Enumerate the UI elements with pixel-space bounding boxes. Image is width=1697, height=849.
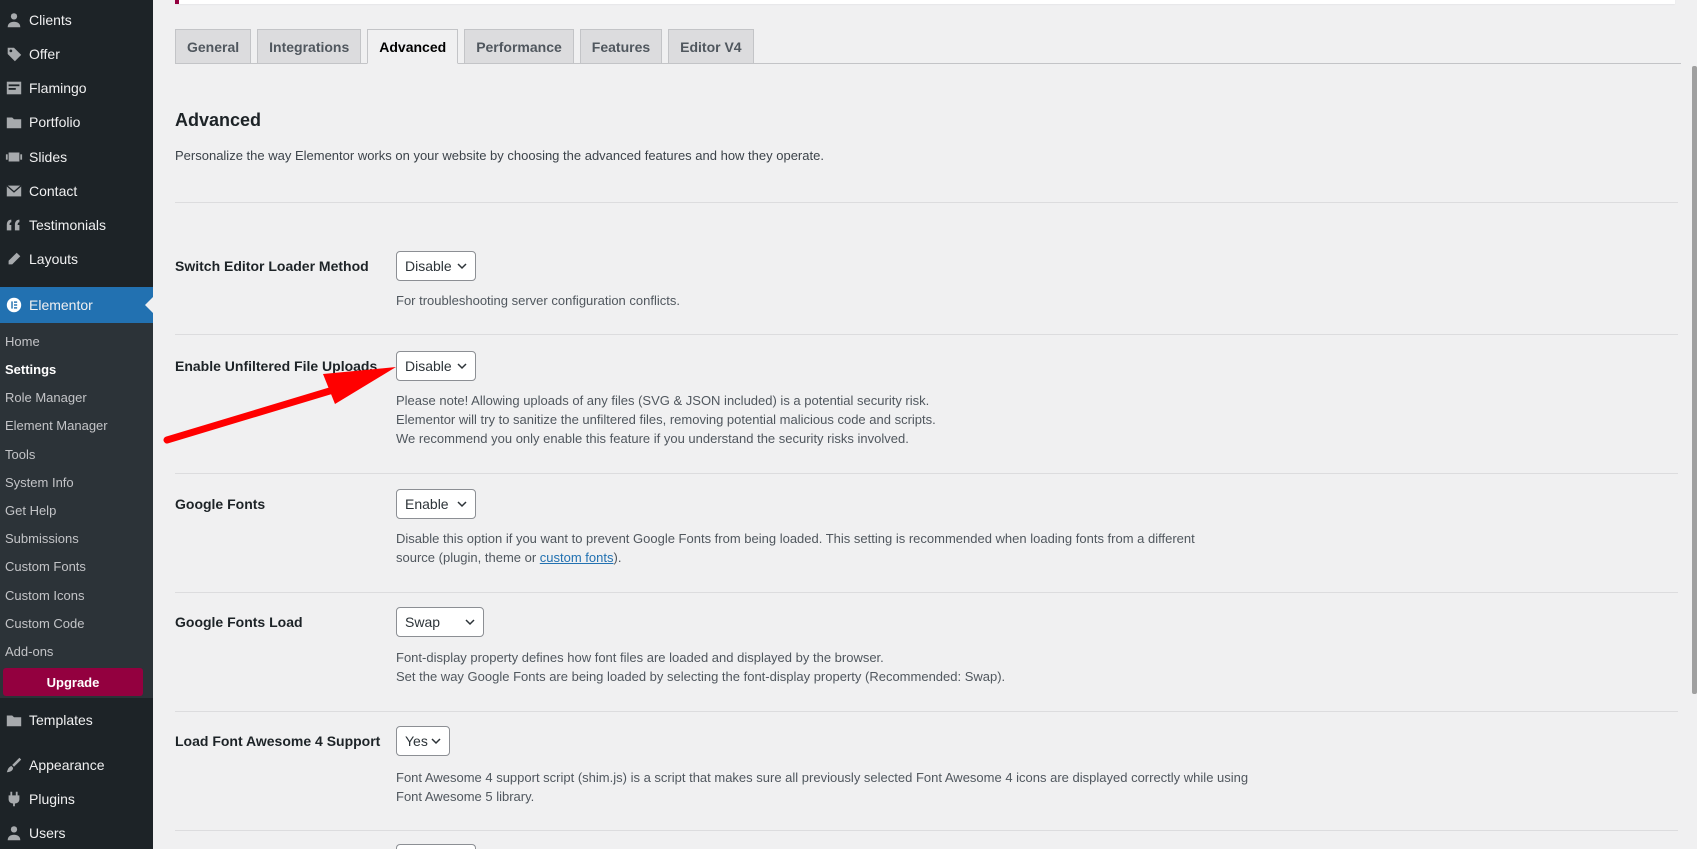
menu-layouts[interactable]: Layouts bbox=[0, 242, 153, 276]
tab-performance[interactable]: Performance bbox=[464, 29, 574, 64]
submenu-settings[interactable]: Settings bbox=[5, 360, 56, 380]
setting-desc-font-awesome: Font Awesome 4 support script (shim.js) … bbox=[396, 770, 1249, 804]
section-title: Advanced bbox=[175, 110, 262, 130]
divider bbox=[175, 334, 1678, 335]
elementor-icon bbox=[0, 296, 28, 314]
submenu-element-manager[interactable]: Element Manager bbox=[5, 416, 108, 436]
tab-editor-v4[interactable]: Editor V4 bbox=[668, 29, 754, 64]
menu-users[interactable]: Users bbox=[0, 816, 153, 849]
folder-icon bbox=[0, 711, 28, 729]
menu-clients[interactable]: Clients bbox=[0, 3, 153, 37]
divider bbox=[175, 711, 1678, 712]
submenu-role-manager[interactable]: Role Manager bbox=[5, 388, 87, 408]
feedback-icon bbox=[0, 79, 28, 97]
editor-loader-select[interactable]: Disable bbox=[396, 251, 476, 281]
font-awesome-select[interactable]: Yes bbox=[396, 726, 450, 756]
chevron-down-icon bbox=[457, 263, 467, 270]
annotation-arrow-icon bbox=[163, 367, 396, 444]
tab-general[interactable]: General bbox=[175, 29, 252, 64]
submenu-custom-fonts[interactable]: Custom Fonts bbox=[5, 557, 86, 577]
notice-bar bbox=[175, 0, 1675, 4]
divider bbox=[175, 592, 1678, 593]
plugin-icon bbox=[0, 790, 28, 808]
setting-desc-unfiltered-uploads: Please note! Allowing uploads of any fil… bbox=[396, 393, 936, 446]
custom-fonts-link[interactable]: custom fonts bbox=[540, 550, 614, 565]
edit-icon bbox=[0, 250, 28, 268]
setting-label-editor-loader: Switch Editor Loader Method bbox=[175, 258, 369, 274]
scrollbar[interactable] bbox=[1692, 66, 1697, 694]
menu-portfolio[interactable]: Portfolio bbox=[0, 105, 153, 139]
submenu-custom-code[interactable]: Custom Code bbox=[5, 614, 84, 634]
menu-slides[interactable]: Slides bbox=[0, 140, 153, 174]
menu-templates[interactable]: Templates bbox=[0, 703, 153, 737]
setting-label-font-awesome: Load Font Awesome 4 Support bbox=[175, 733, 381, 749]
submenu-add-ons[interactable]: Add-ons bbox=[5, 642, 53, 662]
setting-desc-google-fonts: Disable this option if you want to preve… bbox=[396, 531, 1195, 565]
admin-sidebar: Clients Offer Flamingo Portfolio Slides … bbox=[0, 0, 153, 849]
folder-icon bbox=[0, 113, 28, 131]
setting-desc-google-fonts-load: Font-display property defines how font f… bbox=[396, 650, 1006, 684]
setting-desc-editor-loader: For troubleshooting server configuration… bbox=[396, 293, 680, 308]
tab-advanced[interactable]: Advanced bbox=[367, 29, 459, 64]
menu-plugins[interactable]: Plugins bbox=[0, 782, 153, 816]
menu-testimonials[interactable]: Testimonials bbox=[0, 208, 153, 242]
submenu-submissions[interactable]: Submissions bbox=[5, 529, 79, 549]
menu-appearance[interactable]: Appearance bbox=[0, 748, 153, 782]
next-setting-select[interactable] bbox=[396, 844, 476, 849]
chevron-down-icon bbox=[457, 501, 467, 508]
submenu-tools[interactable]: Tools bbox=[5, 445, 35, 465]
submenu-system-info[interactable]: System Info bbox=[5, 473, 74, 493]
google-fonts-select[interactable]: Enable bbox=[396, 489, 476, 519]
google-fonts-load-select[interactable]: Swap bbox=[396, 607, 484, 637]
quote-icon bbox=[0, 216, 28, 234]
chevron-down-icon bbox=[465, 619, 475, 626]
setting-label-google-fonts: Google Fonts bbox=[175, 496, 266, 512]
users-icon bbox=[0, 11, 28, 29]
menu-offer[interactable]: Offer bbox=[0, 37, 153, 71]
menu-contact[interactable]: Contact bbox=[0, 174, 153, 208]
submenu-get-help[interactable]: Get Help bbox=[5, 501, 56, 521]
divider bbox=[175, 202, 1678, 203]
settings-tabs: General Integrations Advanced Performanc… bbox=[175, 29, 760, 64]
divider bbox=[175, 473, 1678, 474]
submenu-custom-icons[interactable]: Custom Icons bbox=[5, 586, 84, 606]
elementor-submenu: Home Settings Role Manager Element Manag… bbox=[0, 323, 153, 698]
divider bbox=[175, 830, 1678, 831]
envelope-icon bbox=[0, 182, 28, 200]
users-icon bbox=[0, 824, 28, 842]
slides-icon bbox=[0, 148, 28, 166]
chevron-down-icon bbox=[457, 363, 467, 370]
chevron-down-icon bbox=[431, 738, 441, 745]
tab-integrations[interactable]: Integrations bbox=[257, 29, 362, 64]
setting-label-google-fonts-load: Google Fonts Load bbox=[175, 614, 303, 630]
menu-flamingo[interactable]: Flamingo bbox=[0, 71, 153, 105]
tag-icon bbox=[0, 45, 28, 63]
submenu-home[interactable]: Home bbox=[5, 332, 40, 352]
menu-elementor[interactable]: Elementor bbox=[0, 287, 153, 323]
paintbrush-icon bbox=[0, 756, 28, 774]
upgrade-button[interactable]: Upgrade bbox=[3, 668, 143, 696]
section-description: Personalize the way Elementor works on y… bbox=[175, 148, 824, 163]
tab-features[interactable]: Features bbox=[579, 29, 663, 64]
